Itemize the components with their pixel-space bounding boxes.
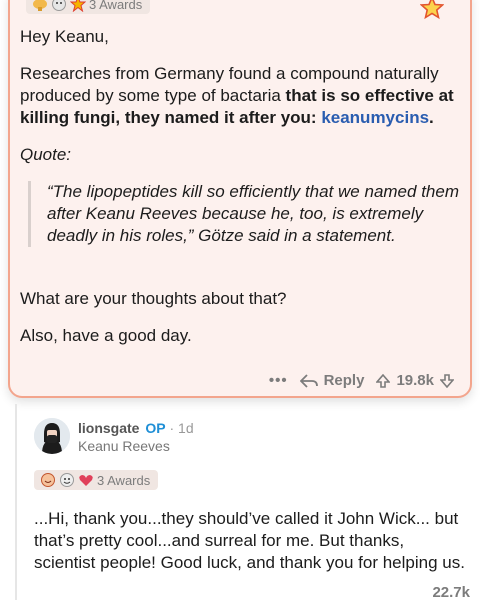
score-count: 22.7k — [432, 584, 470, 600]
avatar[interactable] — [34, 418, 70, 454]
heart-award-icon — [79, 475, 93, 486]
reply-button[interactable]: Reply — [299, 372, 365, 389]
op-badge: OP — [145, 420, 166, 436]
laughing-award-icon — [41, 473, 55, 487]
reply-label: Reply — [323, 372, 365, 389]
comment-awards-row[interactable]: 3 Awards — [34, 470, 159, 490]
greeting: Hey Keanu, — [20, 27, 109, 46]
comment-body: ...Hi, thank you...they should’ve called… — [34, 509, 465, 572]
awards-pill[interactable]: 3 Awards — [26, 0, 151, 14]
wholesome-award-icon — [60, 473, 74, 487]
keanumycins-link[interactable]: keanumycins — [321, 108, 429, 127]
comment-time: 1d — [178, 420, 194, 436]
blockquote: “The lipopeptides kill so efficiently th… — [28, 181, 466, 247]
user-flair: Keanu Reeves — [78, 438, 170, 454]
para1-end: . — [429, 108, 434, 127]
post-body: Hey Keanu, Researches from Germany found… — [20, 22, 466, 347]
signoff-text: Also, have a good day. — [20, 326, 192, 345]
vote-controls: 19.8k — [376, 372, 454, 389]
post-awards-row[interactable]: 3 Awards — [26, 0, 151, 14]
upvote-icon[interactable] — [376, 373, 391, 388]
separator: · — [169, 420, 175, 436]
wholesome-award-icon — [52, 0, 66, 11]
post-card: 3 Awards Hey Keanu, Researches from Germ… — [8, 0, 472, 398]
star-award-icon[interactable] — [420, 0, 444, 20]
awards-pill[interactable]: 3 Awards — [34, 470, 159, 490]
username[interactable]: lionsgate — [78, 420, 139, 436]
post-actions: ••• Reply 19.8k — [269, 372, 454, 389]
comment-meta: lionsgate OP · 1d — [78, 420, 194, 436]
helpful-award-icon — [33, 0, 47, 11]
score-count: 19.8k — [396, 372, 434, 389]
avatar-icon — [34, 418, 70, 454]
star-award-icon — [70, 0, 86, 12]
paragraph-1: Researches from Germany found a compound… — [20, 63, 466, 129]
quote-label: Quote: — [20, 145, 72, 164]
more-options-button[interactable]: ••• — [269, 372, 288, 389]
downvote-icon[interactable] — [440, 373, 454, 388]
awards-count: 3 Awards — [97, 472, 151, 488]
awards-count: 3 Awards — [89, 0, 143, 12]
reply-icon — [299, 373, 318, 388]
question-text: What are your thoughts about that? — [20, 289, 287, 308]
thread-line[interactable] — [15, 404, 17, 600]
comment-actions: 22.7k — [432, 584, 470, 600]
